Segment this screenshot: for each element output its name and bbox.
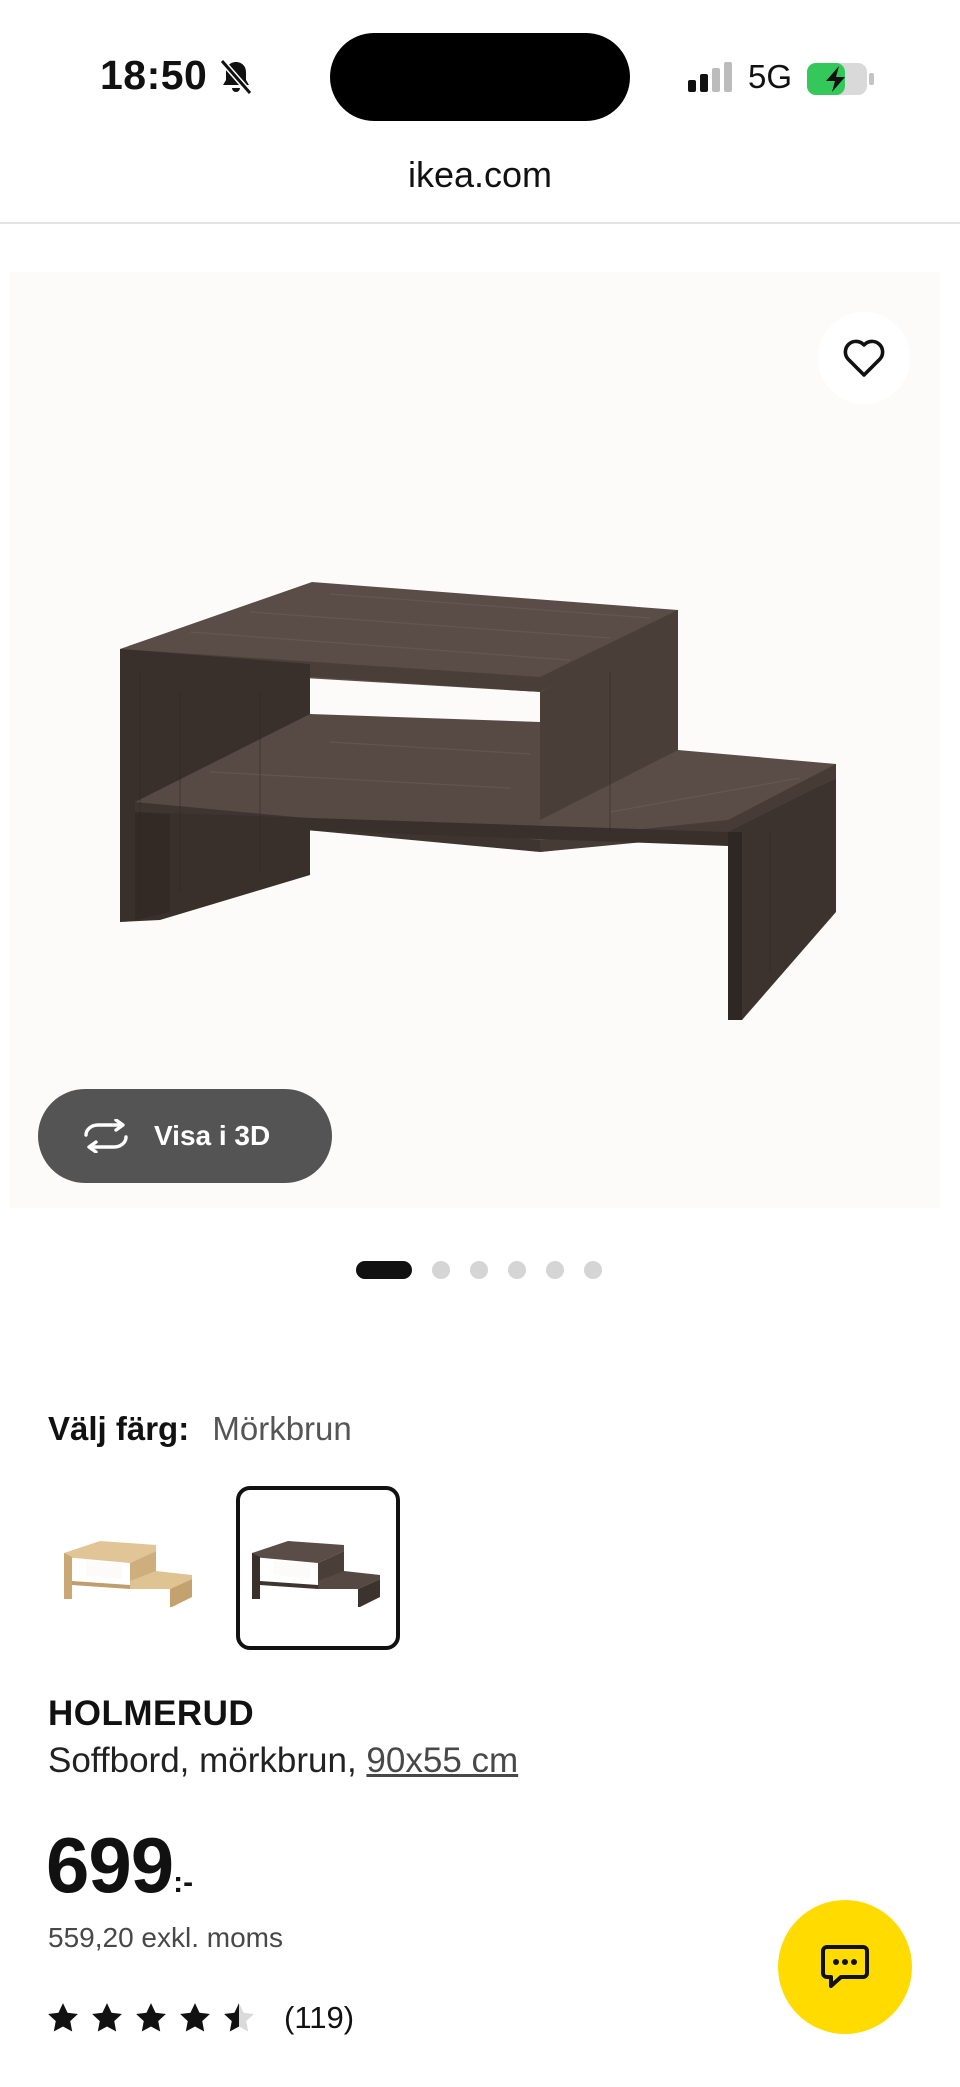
product-rating[interactable]: (119) [46, 2000, 354, 2036]
bell-muted-icon [219, 59, 253, 95]
color-swatch-light[interactable] [48, 1486, 212, 1650]
price-integer: 699 [46, 1821, 174, 1909]
carousel-dot-4[interactable] [508, 1261, 526, 1279]
color-label: Välj färg: [48, 1410, 190, 1447]
product-image[interactable] [10, 272, 940, 1208]
price-suffix: :- [173, 1866, 194, 1899]
star-full-icon [48, 2003, 78, 2032]
carousel-dot-3[interactable] [470, 1261, 488, 1279]
color-selected-value: Mörkbrun [212, 1410, 352, 1447]
star-full-icon [136, 2003, 166, 2032]
coffee-table-image [120, 582, 836, 1020]
status-bar: 18:50 5G [0, 0, 960, 140]
heart-icon [843, 339, 885, 377]
carousel-dot-2[interactable] [432, 1261, 450, 1279]
star-full-icon [180, 2003, 210, 2032]
swatch-light-table-image [64, 1541, 192, 1607]
product-description: Soffbord, mörkbrun, 90x55 cm [48, 1741, 518, 1781]
carousel-dot-6[interactable] [584, 1261, 602, 1279]
chat-icon [821, 1945, 869, 1988]
carousel-dot-1[interactable] [356, 1261, 412, 1279]
swatch-dark-table-image [252, 1541, 380, 1607]
battery-charging-icon [807, 63, 874, 95]
rotate-3d-icon [84, 1119, 128, 1153]
carousel-indicator [356, 1260, 622, 1280]
product-name: HOLMERUD [48, 1694, 255, 1733]
favorite-button[interactable] [818, 312, 910, 404]
star-full-icon [92, 2003, 122, 2032]
product-size-link[interactable]: 90x55 cm [366, 1741, 518, 1780]
view-in-3d-button[interactable]: Visa i 3D [38, 1089, 332, 1183]
color-swatch-dark[interactable] [236, 1486, 400, 1650]
product-price: 699:- [46, 1820, 193, 1911]
chat-button[interactable] [778, 1900, 912, 2034]
network-type: 5G [748, 58, 793, 95]
view-in-3d-label: Visa i 3D [154, 1120, 271, 1151]
product-description-text: Soffbord, mörkbrun, [48, 1741, 357, 1780]
signal-icon [688, 62, 732, 92]
url-text: ikea.com [407, 154, 553, 195]
status-time: 18:50 [100, 52, 208, 98]
color-chooser-header: Välj färg: Mörkbrun [48, 1410, 352, 1448]
carousel-dot-5[interactable] [546, 1261, 564, 1279]
address-bar[interactable]: ikea.com [0, 140, 960, 224]
price-excluding-vat: 559,20 exkl. moms [48, 1922, 283, 1953]
dynamic-island [330, 33, 630, 121]
star-half-icon [224, 2003, 254, 2032]
review-count: (119) [284, 2000, 355, 2035]
